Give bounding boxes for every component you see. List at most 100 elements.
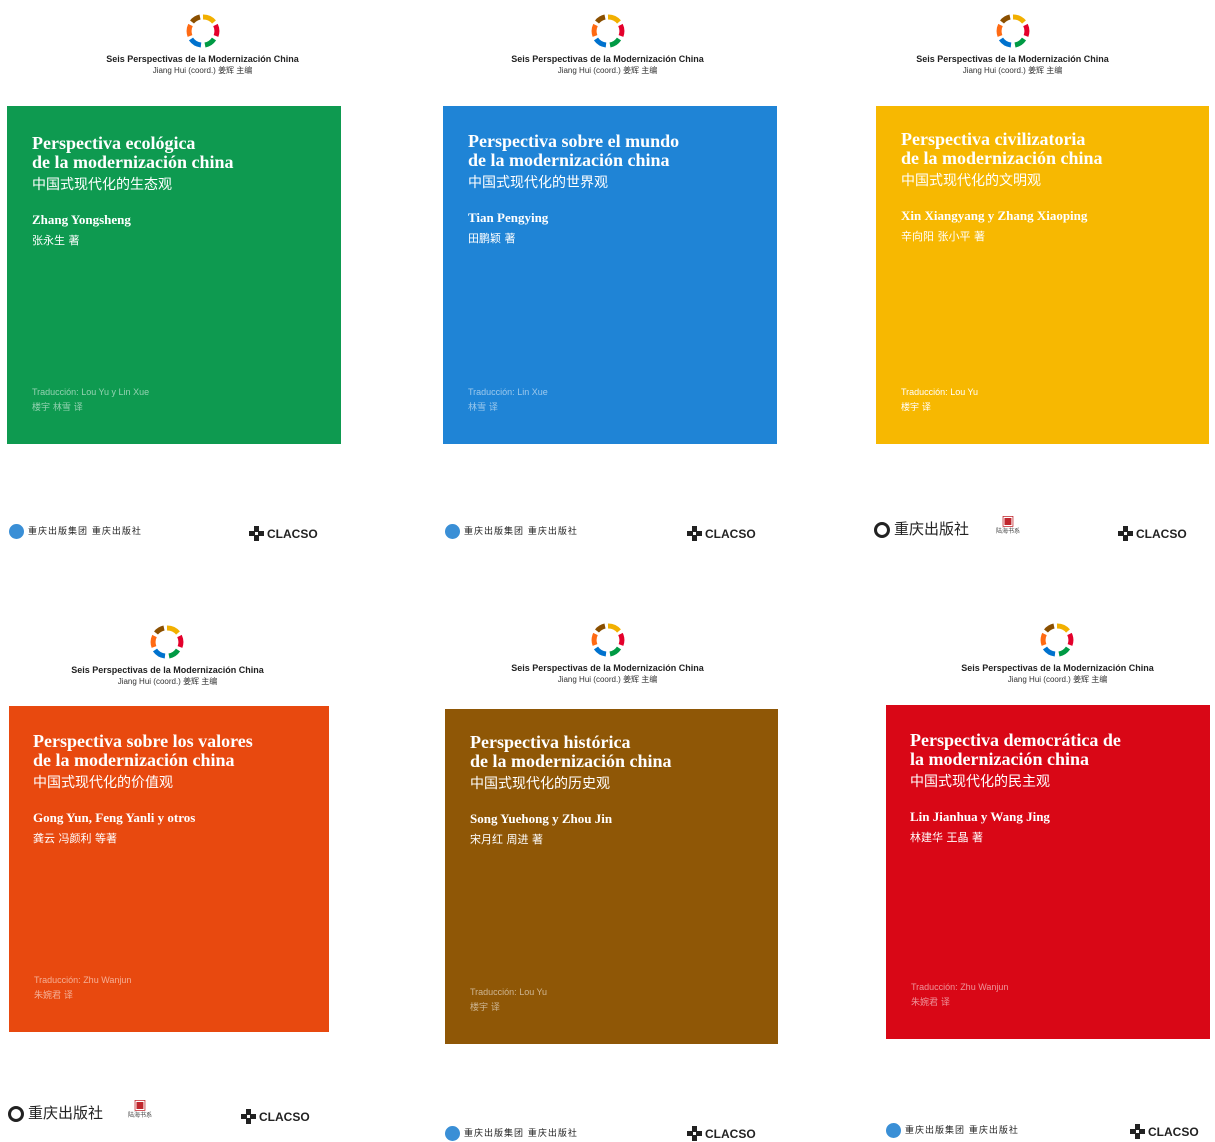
coordinator: Jiang Hui (coord.) 姜辉 主编 bbox=[557, 675, 658, 684]
clacso-text: CLACSO bbox=[267, 526, 318, 541]
cover-translation: Traducción: Lou Yu 楼宇 译 bbox=[470, 984, 547, 1016]
cover-header: Seis Perspectivas de la Modernización Ch… bbox=[810, 623, 1215, 685]
publisher-logo: 重庆出版集团 重庆出版社 bbox=[445, 524, 578, 539]
ring-of-colored-segments-icon bbox=[150, 625, 184, 659]
cover-title-line1: Perspectiva ecológica bbox=[32, 133, 196, 153]
publisher-logo: 重庆出版集团 重庆出版社 bbox=[886, 1123, 1019, 1138]
publisher-name: 重庆出版集团 重庆出版社 bbox=[28, 527, 142, 537]
clacso-mark-icon bbox=[1118, 526, 1133, 541]
imprint-text: 陆海书系 bbox=[996, 528, 1021, 535]
translation-text: Traducción: Lou Yu bbox=[901, 387, 979, 397]
publisher-emblem-icon bbox=[9, 524, 24, 539]
translation-text: Traducción: Lou Yu y Lin Xue bbox=[32, 387, 150, 397]
book-cover-democratica[interactable]: Seis Perspectivas de la Modernización Ch… bbox=[810, 571, 1215, 1142]
cover-author-zh: 龚云 冯颜利 等著 bbox=[33, 832, 117, 845]
clacso-text: CLACSO bbox=[1148, 1124, 1199, 1139]
cover-translation: Traducción: Zhu Wanjun 朱婉君 译 bbox=[34, 972, 131, 1004]
translation-zh: 朱婉君 译 bbox=[34, 991, 73, 1001]
book-cover-ecologica[interactable]: Seis Perspectivas de la Modernización Ch… bbox=[0, 0, 405, 571]
publisher-name: 重庆出版社 bbox=[894, 520, 970, 538]
clacso-text: CLACSO bbox=[705, 1126, 756, 1141]
cover-panel: Perspectiva civilizatoria de la moderniz… bbox=[876, 106, 1209, 444]
publisher-name: 重庆出版集团 重庆出版社 bbox=[464, 1129, 578, 1139]
publisher-logo: 重庆出版集团 重庆出版社 bbox=[445, 1126, 578, 1141]
clacso-text: CLACSO bbox=[1136, 526, 1187, 541]
book-cover-civilizatoria[interactable]: Seis Perspectivas de la Modernización Ch… bbox=[810, 0, 1215, 571]
cover-title-zh: 中国式现代化的生态观 bbox=[32, 177, 172, 193]
publisher-emblem-icon bbox=[445, 1126, 460, 1141]
coordinator: Jiang Hui (coord.) 姜辉 主编 bbox=[152, 66, 253, 75]
cover-title-line1: Perspectiva histórica bbox=[470, 732, 631, 752]
translation-text: Traducción: Lou Yu bbox=[470, 987, 548, 997]
clacso-mark-icon bbox=[249, 526, 264, 541]
ring-of-colored-segments-icon bbox=[996, 14, 1030, 48]
translation-text: Traducción: Zhu Wanjun bbox=[911, 982, 1009, 992]
cover-header: Seis Perspectivas de la Modernización Ch… bbox=[810, 14, 1215, 76]
clacso-logo: CLACSO bbox=[241, 1109, 310, 1124]
imprint-logo: ▣ 陆海书系 bbox=[996, 514, 1020, 536]
cover-title-zh: 中国式现代化的民主观 bbox=[910, 774, 1050, 790]
cover-title-zh: 中国式现代化的价值观 bbox=[33, 775, 173, 791]
clacso-logo: CLACSO bbox=[1118, 526, 1187, 541]
cover-title-zh: 中国式现代化的文明观 bbox=[901, 173, 1041, 189]
coordinator: Jiang Hui (coord.) 姜辉 主编 bbox=[557, 66, 658, 75]
clacso-logo: CLACSO bbox=[687, 526, 756, 541]
series-title: Seis Perspectivas de la Modernización Ch… bbox=[71, 665, 264, 675]
cover-panel: Perspectiva ecológica de la modernizació… bbox=[7, 106, 341, 444]
clacso-logo: CLACSO bbox=[1130, 1124, 1199, 1139]
cover-translation: Traducción: Lou Yu y Lin Xue 楼宇 林雪 译 bbox=[32, 384, 149, 416]
series-title: Seis Perspectivas de la Modernización Ch… bbox=[961, 663, 1154, 673]
coordinator: Jiang Hui (coord.) 姜辉 主编 bbox=[962, 66, 1063, 75]
ring-of-colored-segments-icon bbox=[591, 623, 625, 657]
series-title: Seis Perspectivas de la Modernización Ch… bbox=[511, 663, 704, 673]
translation-zh: 楼宇 林雪 译 bbox=[32, 403, 83, 413]
publisher-name: 重庆出版集团 重庆出版社 bbox=[464, 527, 578, 537]
publisher-emblem-icon bbox=[886, 1123, 901, 1138]
cover-translation: Traducción: Zhu Wanjun 朱婉君 译 bbox=[911, 979, 1008, 1011]
publisher-emblem-icon bbox=[445, 524, 460, 539]
book-cover-historica[interactable]: Seis Perspectivas de la Modernización Ch… bbox=[405, 571, 810, 1142]
imprint-text: 陆海书系 bbox=[128, 1112, 153, 1119]
series-title: Seis Perspectivas de la Modernización Ch… bbox=[511, 54, 704, 64]
publisher-logo: 重庆出版社 bbox=[8, 1102, 103, 1123]
cover-author: Tian Pengying bbox=[468, 210, 549, 225]
ring-of-colored-segments-icon bbox=[1040, 623, 1074, 657]
clacso-mark-icon bbox=[687, 1126, 702, 1141]
cover-translation: Traducción: Lou Yu 楼宇 译 bbox=[901, 384, 978, 416]
cover-title-line2: de la modernización china bbox=[901, 148, 1103, 168]
cover-author: Song Yuehong y Zhou Jin bbox=[470, 811, 613, 826]
cover-title-zh: 中国式现代化的世界观 bbox=[468, 175, 608, 191]
translation-text: Traducción: Lin Xue bbox=[468, 387, 548, 397]
cover-title-line1: Perspectiva democrática de bbox=[910, 730, 1121, 750]
cover-title-line1: Perspectiva sobre los valores bbox=[33, 731, 253, 751]
publisher-emblem-icon bbox=[874, 522, 890, 538]
clacso-mark-icon bbox=[687, 526, 702, 541]
cover-translation: Traducción: Lin Xue 林雪 译 bbox=[468, 384, 548, 416]
cover-title-line1: Perspectiva civilizatoria bbox=[901, 129, 1086, 149]
publisher-name: 重庆出版社 bbox=[28, 1104, 104, 1122]
publisher-emblem-icon bbox=[8, 1106, 24, 1122]
translation-zh: 朱婉君 译 bbox=[911, 998, 950, 1008]
cover-title-line2: la modernización china bbox=[910, 749, 1089, 769]
translation-zh: 林雪 译 bbox=[468, 403, 498, 413]
clacso-logo: CLACSO bbox=[249, 526, 318, 541]
cover-author-zh: 田鹏颖 著 bbox=[468, 232, 516, 245]
translation-zh: 楼宇 译 bbox=[470, 1003, 500, 1013]
cover-title-line2: de la modernización china bbox=[32, 152, 234, 172]
seal-icon: ▣ bbox=[133, 1097, 147, 1113]
cover-author: Xin Xiangyang y Zhang Xiaoping bbox=[901, 208, 1088, 223]
translation-zh: 楼宇 译 bbox=[901, 403, 931, 413]
book-cover-mundo[interactable]: Seis Perspectivas de la Modernización Ch… bbox=[405, 0, 810, 571]
cover-author: Lin Jianhua y Wang Jing bbox=[910, 809, 1050, 824]
cover-panel: Perspectiva sobre el mundo de la moderni… bbox=[443, 106, 777, 444]
book-cover-valores[interactable]: Seis Perspectivas de la Modernización Ch… bbox=[0, 571, 405, 1142]
imprint-logo: ▣ 陆海书系 bbox=[128, 1098, 152, 1120]
cover-panel: Perspectiva democrática de la modernizac… bbox=[886, 705, 1210, 1039]
cover-title-line2: de la modernización china bbox=[468, 150, 670, 170]
series-title: Seis Perspectivas de la Modernización Ch… bbox=[916, 54, 1109, 64]
clacso-mark-icon bbox=[241, 1109, 256, 1124]
cover-author: Zhang Yongsheng bbox=[32, 212, 131, 227]
clacso-text: CLACSO bbox=[259, 1109, 310, 1124]
cover-author-zh: 林建华 王晶 著 bbox=[910, 831, 983, 844]
cover-header: Seis Perspectivas de la Modernización Ch… bbox=[0, 625, 405, 687]
